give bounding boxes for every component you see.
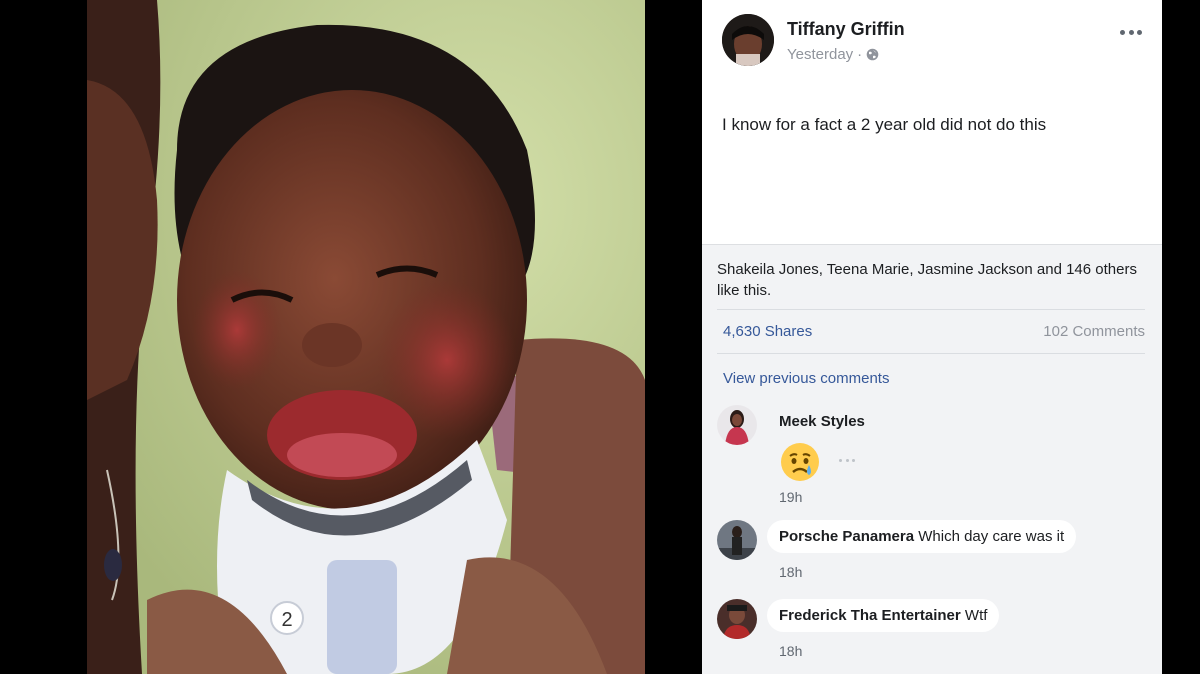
author-name[interactable]: Tiffany Griffin: [787, 19, 905, 40]
commenter-avatar[interactable]: [717, 599, 757, 639]
likes-summary[interactable]: Shakeila Jones, Teena Marie, Jasmine Jac…: [717, 259, 1137, 301]
comment-bubble[interactable]: Frederick Tha Entertainer Wtf: [767, 599, 1000, 632]
comment-text: Wtf: [964, 607, 988, 624]
shares-link[interactable]: 4,630 Shares: [723, 323, 812, 340]
commenter-name[interactable]: Frederick Tha Entertainer: [779, 607, 961, 624]
collar-number: 2: [281, 609, 292, 631]
commenter-avatar[interactable]: [717, 405, 757, 445]
divider: [717, 353, 1145, 354]
post-header: Tiffany Griffin Yesterday ·: [722, 14, 1162, 74]
comment-time[interactable]: 18h: [779, 564, 802, 580]
view-previous-comments-link[interactable]: View previous comments: [723, 370, 889, 387]
comment-bubble[interactable]: Meek Styles: [767, 405, 877, 438]
comments-count[interactable]: 102 Comments: [1043, 323, 1145, 340]
post-footer: Shakeila Jones, Teena Marie, Jasmine Jac…: [702, 244, 1162, 674]
divider: [717, 309, 1145, 310]
commenter-name[interactable]: Meek Styles: [779, 413, 865, 430]
comment-bubble[interactable]: Porsche Panamera Which day care was it: [767, 520, 1077, 553]
author-avatar[interactable]: [722, 14, 774, 66]
commenter-name[interactable]: Porsche Panamera: [779, 528, 914, 545]
comment-time[interactable]: 19h: [779, 489, 802, 505]
meta-separator: ·: [857, 46, 863, 63]
post-photo[interactable]: 2: [87, 0, 645, 674]
comment-text: Which day care was it: [918, 528, 1065, 545]
post-text: I know for a fact a 2 year old did not d…: [722, 115, 1047, 134]
more-options-icon[interactable]: [1120, 28, 1142, 36]
photo-illustration: 2: [87, 0, 645, 674]
commenter-avatar[interactable]: [717, 520, 757, 560]
comment-options-icon[interactable]: [839, 459, 855, 463]
post-meta: Yesterday ·: [787, 46, 879, 63]
comment-time[interactable]: 18h: [779, 643, 802, 659]
post-time[interactable]: Yesterday: [787, 46, 853, 63]
crying-face-icon: [781, 443, 819, 481]
globe-icon: [866, 48, 879, 61]
facebook-post: Tiffany Griffin Yesterday · I know for a…: [702, 0, 1162, 674]
